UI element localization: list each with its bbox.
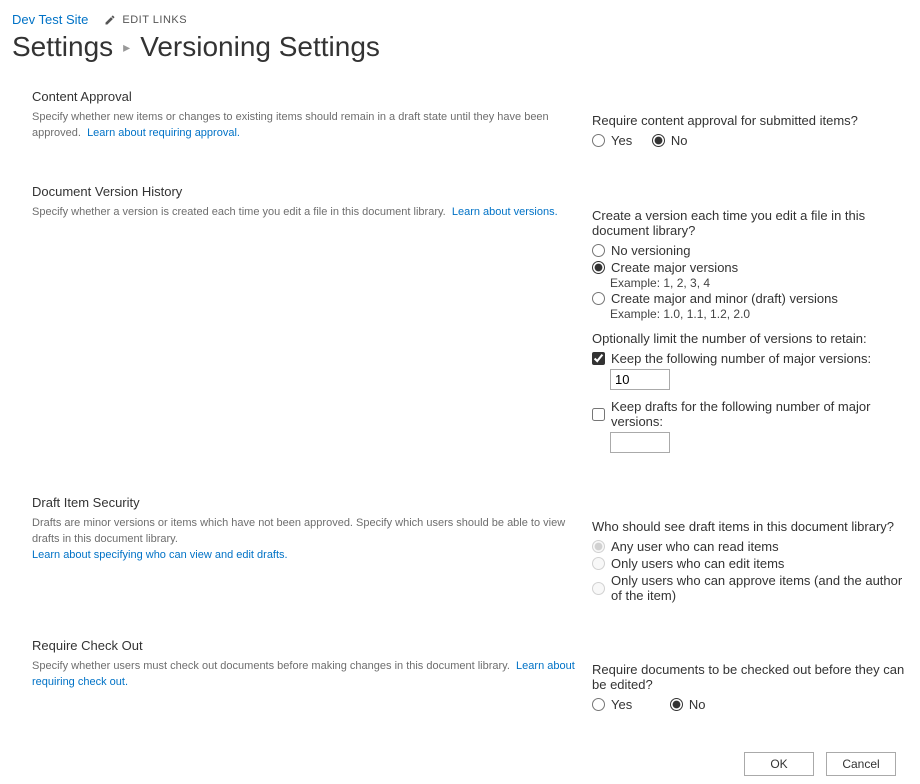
checkout-no-option[interactable]: No <box>670 696 706 713</box>
checkout-title: Require Check Out <box>32 638 576 653</box>
approval-no-label: No <box>671 133 688 148</box>
approval-question: Require content approval for submitted i… <box>592 113 908 128</box>
limit-heading: Optionally limit the number of versions … <box>592 331 908 346</box>
learn-approval-link[interactable]: Learn about requiring approval. <box>87 127 240 139</box>
draft-approve-radio <box>592 582 605 595</box>
keep-drafts-label: Keep drafts for the following number of … <box>611 399 908 429</box>
draft-security-title: Draft Item Security <box>32 495 576 510</box>
checkout-yes-option[interactable]: Yes <box>592 696 632 713</box>
approval-yes-label: Yes <box>611 133 632 148</box>
version-none-radio[interactable] <box>592 244 605 257</box>
approval-yes-radio[interactable] <box>592 134 605 147</box>
draft-edit-option: Only users who can edit items <box>592 555 908 572</box>
keep-drafts-checkbox[interactable] <box>592 408 605 421</box>
version-minor-example: Example: 1.0, 1.1, 1.2, 2.0 <box>592 307 908 321</box>
keep-major-label: Keep the following number of major versi… <box>611 351 871 366</box>
approval-no-radio[interactable] <box>652 134 665 147</box>
edit-links-label: EDIT LINKS <box>122 14 187 26</box>
ok-button[interactable]: OK <box>744 752 814 776</box>
draft-read-option: Any user who can read items <box>592 538 908 555</box>
content-approval-desc: Specify whether new items or changes to … <box>32 110 576 142</box>
draft-edit-radio <box>592 557 605 570</box>
pencil-icon <box>104 14 116 26</box>
version-major-example: Example: 1, 2, 3, 4 <box>592 276 908 290</box>
draft-question: Who should see draft items in this docum… <box>592 519 908 534</box>
keep-major-checkbox[interactable] <box>592 352 605 365</box>
learn-versions-link[interactable]: Learn about versions. <box>452 206 558 218</box>
breadcrumb: Settings ▸ Versioning Settings <box>12 29 908 81</box>
version-none-option[interactable]: No versioning <box>592 242 908 259</box>
approval-no-option[interactable]: No <box>652 132 688 149</box>
version-minor-label: Create major and minor (draft) versions <box>611 291 838 306</box>
version-major-radio[interactable] <box>592 261 605 274</box>
version-major-label: Create major versions <box>611 260 738 275</box>
version-history-desc: Specify whether a version is created eac… <box>32 205 576 221</box>
learn-drafts-link[interactable]: Learn about specifying who can view and … <box>32 549 288 561</box>
checkout-no-radio[interactable] <box>670 698 683 711</box>
approval-yes-option[interactable]: Yes <box>592 132 632 149</box>
page-title: Versioning Settings <box>140 31 380 63</box>
checkout-desc: Specify whether users must check out doc… <box>32 659 576 691</box>
draft-read-radio <box>592 540 605 553</box>
content-approval-title: Content Approval <box>32 89 576 104</box>
checkout-question: Require documents to be checked out befo… <box>592 662 908 692</box>
draft-security-desc: Drafts are minor versions or items which… <box>32 516 576 564</box>
keep-major-option[interactable]: Keep the following number of major versi… <box>592 350 908 367</box>
edit-links-button[interactable]: EDIT LINKS <box>104 14 187 26</box>
checkout-yes-label: Yes <box>611 697 632 712</box>
keep-drafts-input[interactable] <box>610 432 670 453</box>
draft-approve-label: Only users who can approve items (and th… <box>611 573 908 603</box>
version-minor-radio[interactable] <box>592 292 605 305</box>
version-question: Create a version each time you edit a fi… <box>592 208 908 238</box>
keep-drafts-option[interactable]: Keep drafts for the following number of … <box>592 398 908 430</box>
keep-major-input[interactable] <box>610 369 670 390</box>
checkout-no-label: No <box>689 697 706 712</box>
version-history-title: Document Version History <box>32 184 576 199</box>
site-link[interactable]: Dev Test Site <box>12 12 88 27</box>
chevron-right-icon: ▸ <box>123 39 130 56</box>
cancel-button[interactable]: Cancel <box>826 752 896 776</box>
draft-read-label: Any user who can read items <box>611 539 779 554</box>
draft-approve-option: Only users who can approve items (and th… <box>592 572 908 604</box>
version-minor-option[interactable]: Create major and minor (draft) versions <box>592 290 908 307</box>
checkout-yes-radio[interactable] <box>592 698 605 711</box>
breadcrumb-parent[interactable]: Settings <box>12 31 113 63</box>
version-major-option[interactable]: Create major versions <box>592 259 908 276</box>
draft-edit-label: Only users who can edit items <box>611 556 784 571</box>
version-none-label: No versioning <box>611 243 691 258</box>
